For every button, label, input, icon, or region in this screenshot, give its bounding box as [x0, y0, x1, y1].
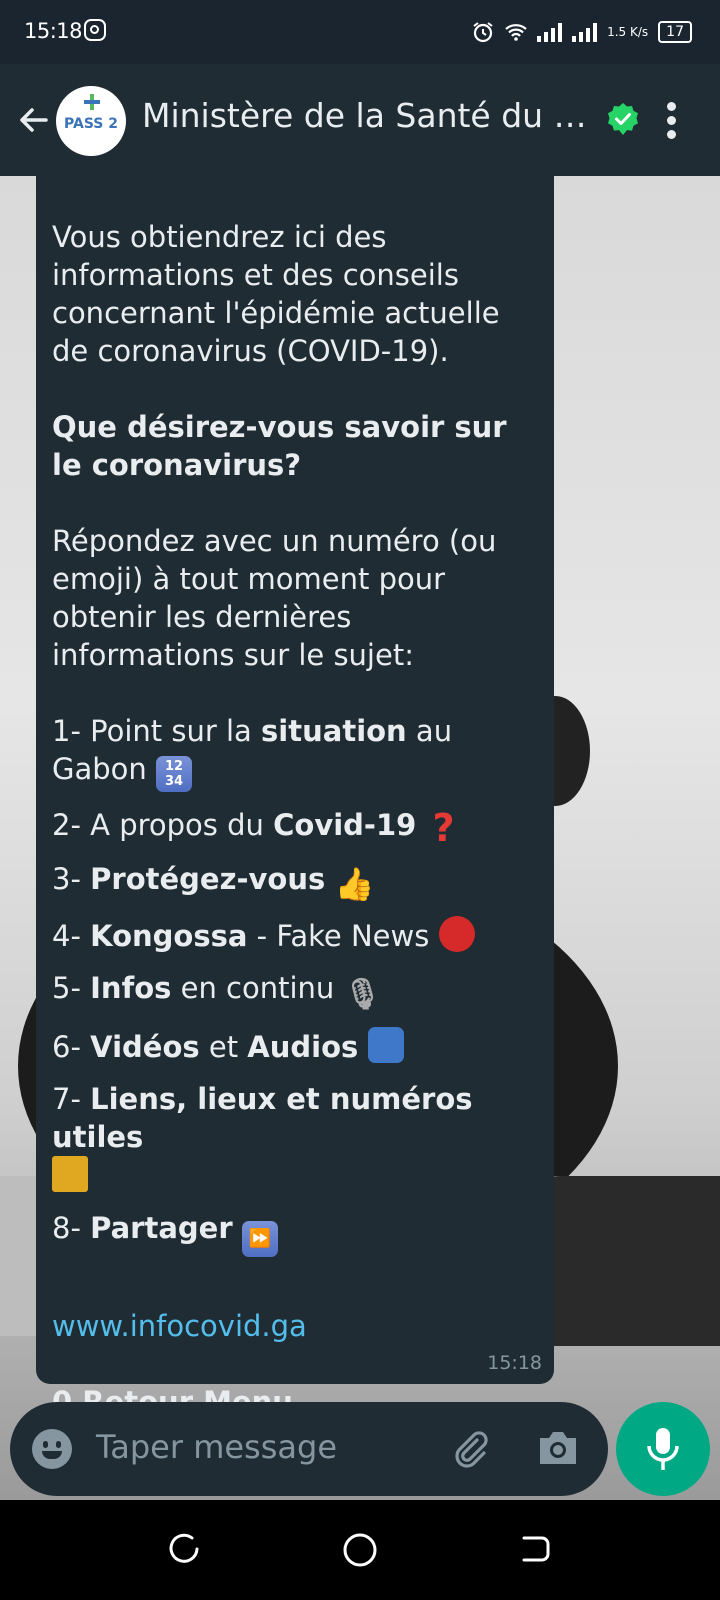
- message-instruction: Répondez avec un numéro (ou emoji) à tou…: [52, 524, 497, 672]
- stop-sign-emoji: [438, 916, 475, 952]
- avatar-logo-text: PASS 2: [64, 116, 118, 132]
- battery-icon: 17: [658, 21, 692, 43]
- back-nav-icon[interactable]: [518, 1532, 552, 1566]
- back-arrow-icon[interactable]: [16, 102, 52, 138]
- message-input[interactable]: Taper message: [96, 1428, 337, 1466]
- instagram-icon: [84, 19, 106, 41]
- notebook-emoji: [52, 1156, 88, 1192]
- verified-badge-icon: [608, 103, 638, 135]
- thumbs-up-emoji: 👍: [334, 865, 375, 903]
- incoming-message-bubble[interactable]: Vous obtiendrez ici des informations et …: [36, 176, 554, 1419]
- network-speed: 1.5 K/s: [607, 24, 649, 39]
- question-mark-emoji: ?: [432, 806, 455, 850]
- message-intro: Vous obtiendrez ici des informations et …: [52, 220, 500, 368]
- floppy-disk-emoji: [367, 1027, 404, 1063]
- status-icons: 1.5 K/s 17: [471, 16, 692, 48]
- menu-item-5: 5- Infos en continu 🎙: [52, 971, 382, 1012]
- signal-icon: [537, 22, 563, 42]
- menu-item-2: 2- A propos du Covid-19 ?: [52, 806, 538, 850]
- message-body: Vous obtiendrez ici des informations et …: [52, 218, 538, 1421]
- home-icon[interactable]: [342, 1532, 378, 1568]
- menu-item-1: 1- Point sur la situation au Gabon 12 34: [52, 712, 538, 792]
- microphone-icon: [647, 1428, 679, 1470]
- message-question: Que désirez-vous savoir sur le coronavir…: [52, 410, 507, 482]
- input-numbers-emoji: 12 34: [156, 756, 192, 792]
- wifi-icon: [505, 24, 527, 41]
- fast-forward-emoji: ⏩: [241, 1221, 278, 1257]
- message-composer: Taper message: [10, 1402, 608, 1496]
- infocovid-link[interactable]: www.infocovid.ga: [52, 1309, 307, 1343]
- contact-name[interactable]: Ministère de la Santé du Gabon: [142, 96, 592, 135]
- signal-icon-2: [572, 22, 598, 42]
- more-options-icon[interactable]: [666, 102, 678, 142]
- message-timestamp: 15:18: [487, 1352, 542, 1374]
- attach-icon[interactable]: [450, 1428, 490, 1468]
- status-time: 15:18: [24, 19, 83, 43]
- camera-icon[interactable]: [536, 1428, 580, 1468]
- avatar[interactable]: PASS 2: [56, 86, 126, 156]
- voice-record-button[interactable]: [616, 1402, 710, 1496]
- alarm-icon: [473, 22, 493, 43]
- menu-item-7: 7- Liens, lieux et numéros utiles: [52, 1080, 538, 1195]
- status-bar: 15:18 1.5 K/s 17: [0, 0, 720, 64]
- recent-apps-icon[interactable]: [168, 1532, 202, 1566]
- menu-item-4: 4- Kongossa - Fake News: [52, 916, 538, 955]
- system-navigation-bar: [0, 1500, 720, 1600]
- health-cross-icon: [84, 94, 100, 110]
- menu-item-3: 3- Protégez-vous 👍: [52, 862, 375, 903]
- menu-item-8: 8- Partager ⏩: [52, 1209, 538, 1257]
- menu-item-6: 6- Vidéos et Audios: [52, 1027, 538, 1066]
- emoji-icon[interactable]: [32, 1429, 72, 1469]
- microphone-emoji: 🎙: [343, 977, 382, 1012]
- chat-header: PASS 2 Ministère de la Santé du Gabon: [0, 64, 720, 176]
